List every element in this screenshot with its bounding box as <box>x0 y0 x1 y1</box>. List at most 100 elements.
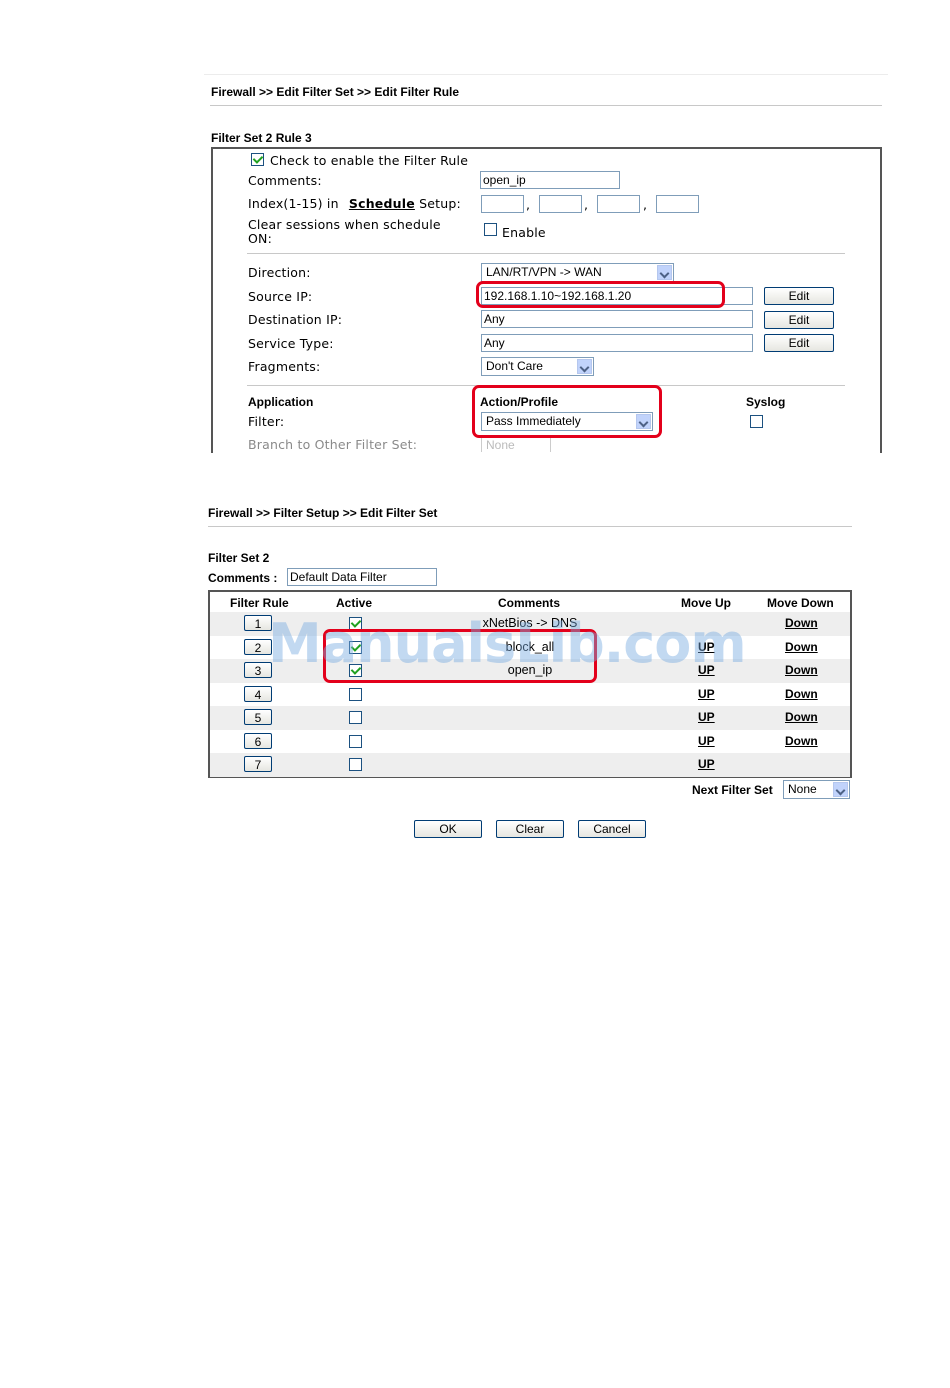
active-checkbox[interactable] <box>349 711 362 724</box>
breadcrumb-divider <box>208 526 852 527</box>
syslog-checkbox[interactable] <box>750 415 763 428</box>
schedule-index-3-input[interactable] <box>597 195 640 213</box>
move-down-link[interactable]: Down <box>785 687 818 701</box>
move-down-link[interactable]: Down <box>785 663 818 677</box>
rule-frame-left <box>211 147 213 453</box>
clear-button[interactable]: Clear <box>496 820 564 838</box>
source-ip-label: Source IP: <box>248 289 313 304</box>
chevron-down-icon <box>657 265 672 280</box>
table-row: 5 UP Down <box>210 706 850 730</box>
set-comments-input[interactable]: Default Data Filter <box>287 568 437 586</box>
rule-comment: xNetBios -> DNS <box>482 616 578 630</box>
top-divider <box>204 74 888 75</box>
ok-button[interactable]: OK <box>414 820 482 838</box>
service-type-input[interactable]: Any <box>481 334 753 352</box>
move-down-link[interactable]: Down <box>785 734 818 748</box>
rules-highlight <box>323 629 597 683</box>
move-up-link[interactable]: UP <box>698 757 715 771</box>
move-down-link[interactable]: Down <box>785 616 818 630</box>
active-checkbox[interactable] <box>349 734 362 748</box>
move-up-link[interactable]: UP <box>698 710 715 724</box>
enable-rule-label: Check to enable the Filter Rule <box>270 153 469 168</box>
next-filter-set-label: Next Filter Set <box>692 783 773 797</box>
chevron-down-icon <box>833 782 848 797</box>
index-label-post: Setup: <box>419 196 461 211</box>
rule-number-button[interactable]: 2 <box>244 638 272 655</box>
comments-input[interactable]: open_ip <box>480 171 620 189</box>
destination-ip-input[interactable]: Any <box>481 310 753 328</box>
active-checkbox[interactable] <box>349 687 362 701</box>
branch-label: Branch to Other Filter Set: <box>248 437 418 452</box>
service-type-label: Service Type: <box>248 336 334 351</box>
column-filter-rule: Filter Rule <box>230 596 289 610</box>
branch-value: None <box>486 438 515 452</box>
index-separator: , <box>526 197 531 212</box>
clear-sessions-enable-label: Enable <box>502 225 546 240</box>
breadcrumb: Firewall >> Edit Filter Set >> Edit Filt… <box>211 85 460 99</box>
syslog-header: Syslog <box>746 395 786 409</box>
schedule-index-1-input[interactable] <box>481 195 524 213</box>
schedule-index-4-input[interactable] <box>656 195 699 213</box>
next-filter-set-value: None <box>788 782 817 796</box>
clear-sessions-label-2: ON: <box>248 231 273 246</box>
direction-value: LAN/RT/VPN -> WAN <box>486 265 602 279</box>
breadcrumb-divider <box>210 105 882 106</box>
move-up-link[interactable]: UP <box>698 663 715 677</box>
column-move-up: Move Up <box>681 596 732 610</box>
column-move-down: Move Down <box>767 596 834 610</box>
schedule-link[interactable]: Schedule <box>349 196 415 211</box>
clear-sessions-label-1: Clear sessions when schedule <box>248 217 441 232</box>
comments-label: Comments: <box>248 173 322 188</box>
branch-select[interactable]: None <box>481 436 551 452</box>
move-down-link[interactable]: Down <box>785 640 818 654</box>
action-profile-highlight <box>472 385 662 438</box>
table-row: 4 UP Down <box>210 683 850 707</box>
application-header: Application <box>248 395 314 409</box>
enable-rule-checkbox[interactable] <box>251 153 264 166</box>
source-edit-button[interactable]: Edit <box>764 287 834 305</box>
index-separator: , <box>643 197 648 212</box>
fragments-select[interactable]: Don't Care <box>481 357 594 376</box>
set-comments-label: Comments : <box>208 571 278 585</box>
page-title: Filter Set 2 <box>208 551 270 565</box>
rule-number-button[interactable]: 1 <box>244 615 272 631</box>
clear-sessions-checkbox[interactable] <box>484 223 497 236</box>
rule-number-button[interactable]: 5 <box>244 709 272 725</box>
service-edit-button[interactable]: Edit <box>764 334 834 352</box>
destination-ip-label: Destination IP: <box>248 312 343 327</box>
section-divider <box>247 253 845 254</box>
rule-number-button[interactable]: 7 <box>244 756 272 772</box>
active-checkbox[interactable] <box>349 758 362 771</box>
rule-frame-top <box>211 147 882 149</box>
page-title: Filter Set 2 Rule 3 <box>211 131 312 145</box>
fragments-label: Fragments: <box>248 359 321 374</box>
table-header: Filter Rule Active Comments Move Up Move… <box>210 592 850 612</box>
source-ip-highlight <box>476 281 725 308</box>
filter-rule-table: Filter Rule Active Comments Move Up Move… <box>208 590 852 778</box>
rule-frame-right <box>880 147 882 453</box>
chevron-down-icon <box>577 359 592 374</box>
table-row: 7 UP <box>210 753 850 777</box>
move-down-link[interactable]: Down <box>785 710 818 724</box>
index-label: Index(1-15) in Schedule Setup: <box>248 196 461 211</box>
direction-label: Direction: <box>248 265 311 280</box>
move-up-link[interactable]: UP <box>698 640 715 654</box>
table-row: 6 UP Down <box>210 730 850 754</box>
breadcrumb: Firewall >> Filter Setup >> Edit Filter … <box>208 506 438 520</box>
column-active: Active <box>336 596 373 610</box>
fragments-value: Don't Care <box>486 359 543 373</box>
direction-select[interactable]: LAN/RT/VPN -> WAN <box>481 263 674 282</box>
rule-number-button[interactable]: 3 <box>244 662 272 678</box>
rule-number-button[interactable]: 6 <box>244 732 272 749</box>
next-filter-set-select[interactable]: None <box>783 780 850 799</box>
column-comments: Comments <box>498 596 561 610</box>
destination-edit-button[interactable]: Edit <box>764 311 834 329</box>
cancel-button[interactable]: Cancel <box>578 820 646 838</box>
move-up-link[interactable]: UP <box>698 734 715 748</box>
rule-number-button[interactable]: 4 <box>244 685 272 702</box>
filter-label: Filter: <box>248 414 285 429</box>
index-separator: , <box>584 197 589 212</box>
schedule-index-2-input[interactable] <box>539 195 582 213</box>
move-up-link[interactable]: UP <box>698 687 715 701</box>
index-label-pre: Index(1-15) in <box>248 196 339 211</box>
